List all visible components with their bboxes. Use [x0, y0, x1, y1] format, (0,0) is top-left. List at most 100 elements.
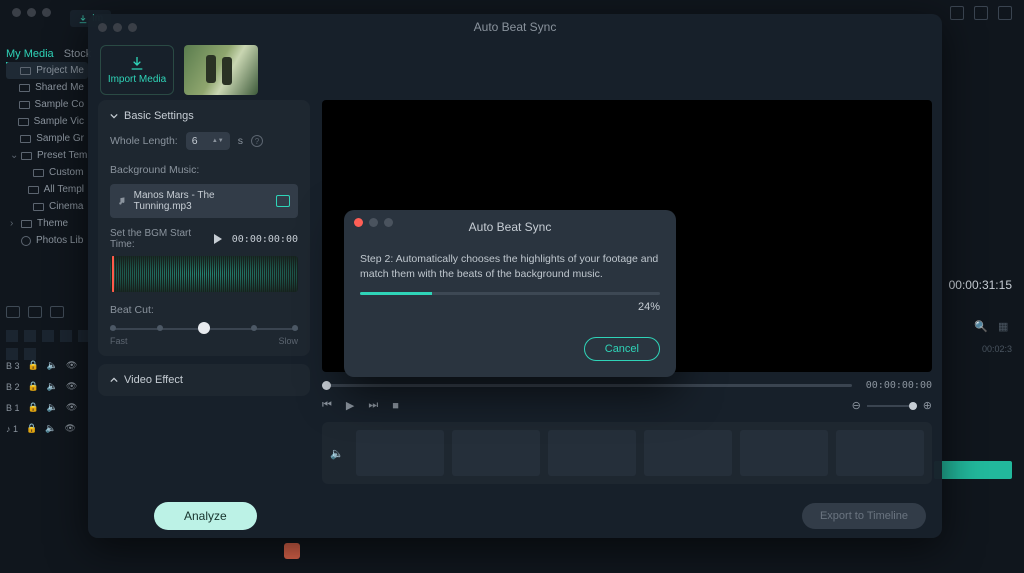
export-to-timeline-button: Export to Timeline [802, 503, 926, 529]
sidebar-item[interactable]: Custom [6, 164, 88, 181]
host-sidebar: Project MeShared MeSample CoSample VicSa… [6, 62, 88, 249]
folder-icon [21, 220, 32, 228]
slider-thumb[interactable] [198, 322, 210, 334]
zoom-out-icon[interactable]: ⊖ [852, 399, 861, 412]
slider-end-labels: Fast Slow [110, 336, 298, 346]
abs-media-strip: Import Media [88, 40, 942, 100]
abs-footer: Analyze Export to Timeline [88, 494, 942, 538]
gear-icon [21, 236, 31, 246]
whole-length-input[interactable]: 6 ▲▼ [186, 132, 230, 150]
chevron-right-icon [110, 376, 118, 384]
zoom-control[interactable]: ⊖ ⊕ [852, 399, 932, 412]
host-timeline-tools[interactable]: 🔍▦ [974, 320, 1012, 334]
folder-icon [19, 101, 30, 109]
bgm-label-row: Background Music: [110, 164, 298, 176]
sidebar-item[interactable]: Cinema [6, 198, 88, 215]
sidebar-item[interactable]: Shared Me [6, 79, 88, 96]
playhead-scissors-icon[interactable] [284, 543, 300, 559]
cancel-button[interactable]: Cancel [584, 337, 660, 361]
waveform[interactable] [110, 256, 298, 292]
sidebar-item[interactable]: Sample Co [6, 96, 88, 113]
bgm-filename: Manos Mars - The Tunning.mp3 [134, 190, 271, 212]
whole-length-row: Whole Length: 6 ▲▼ s ? [110, 132, 298, 150]
progress-bar [360, 292, 660, 295]
bgm-start-timecode: 00:00:00:00 [232, 234, 298, 245]
folder-icon [20, 135, 31, 143]
waveform-cursor[interactable] [112, 256, 114, 292]
track-header[interactable]: B 3🔒🔈👁 [6, 360, 77, 371]
stop-button[interactable]: ■ [392, 400, 399, 412]
clip-thumbnail[interactable] [184, 45, 258, 95]
clip-slot[interactable] [740, 430, 828, 476]
folder-icon [28, 186, 39, 194]
track-header[interactable]: B 1🔒🔈👁 [6, 402, 77, 413]
modal-description: Step 2: Automatically chooses the highli… [360, 252, 660, 282]
clip-slot[interactable] [452, 430, 540, 476]
play-icon[interactable] [214, 234, 222, 244]
scrub-knob[interactable] [322, 381, 331, 390]
progress-fill [360, 292, 432, 295]
track-header[interactable]: ♪ 1🔒🔈👁 [6, 423, 77, 434]
result-clip-row: 🔈 [322, 422, 932, 484]
whole-length-label: Whole Length: [110, 135, 178, 147]
sidebar-item[interactable]: Sample Vic [6, 113, 88, 130]
zoom-in-icon[interactable]: ⊕ [923, 399, 932, 412]
play-button[interactable]: ▶ [346, 399, 354, 412]
sidebar-item[interactable]: All Templ [6, 181, 88, 198]
beat-cut-slider[interactable] [110, 326, 298, 332]
host-audio-clip[interactable] [934, 461, 1012, 479]
basic-settings-header[interactable]: Basic Settings [110, 110, 298, 122]
bgm-file-box[interactable]: Manos Mars - The Tunning.mp3 [110, 184, 298, 218]
zoom-in-icon: 🔍 [974, 320, 988, 334]
abs-traffic-lights[interactable] [98, 23, 137, 32]
bgm-start-row: Set the BGM Start Time: 00:00:00:00 [110, 228, 298, 250]
abs-side-panel: Basic Settings Whole Length: 6 ▲▼ s ? Ba… [98, 100, 310, 484]
timeline-grid-icon: ▦ [998, 320, 1012, 334]
sidebar-item[interactable]: ›Theme [6, 215, 88, 232]
folder-icon [21, 152, 32, 160]
folder-icon[interactable] [276, 195, 290, 207]
video-effect-section[interactable]: Video Effect [98, 364, 310, 396]
window-traffic-lights [12, 8, 51, 17]
abs-title: Auto Beat Sync [474, 20, 557, 34]
sidebar-item[interactable]: Sample Gr [6, 130, 88, 147]
next-button[interactable]: ⏭ [368, 399, 378, 412]
basic-settings-section: Basic Settings Whole Length: 6 ▲▼ s ? Ba… [98, 100, 310, 356]
beat-cut-label: Beat Cut: [110, 304, 298, 316]
folder-icon [33, 203, 44, 211]
sidebar-item[interactable]: Project Me [6, 62, 88, 79]
scrub-row: 00:00:00:00 [322, 380, 932, 391]
video-effect-header[interactable]: Video Effect [110, 374, 298, 386]
prev-button[interactable]: ⏮ [322, 399, 332, 412]
clip-slot[interactable] [356, 430, 444, 476]
help-icon[interactable]: ? [251, 135, 263, 147]
bgm-start-label: Set the BGM Start Time: [110, 228, 204, 250]
sidebar-item[interactable]: Photos Lib [6, 232, 88, 249]
analyze-button[interactable]: Analyze [154, 502, 257, 530]
sidebar-item[interactable]: ⌄Preset Tem [6, 147, 88, 164]
clip-slot[interactable] [644, 430, 732, 476]
scrub-bar[interactable] [322, 384, 852, 387]
track-header[interactable]: B 2🔒🔈👁 [6, 381, 77, 392]
host-sidebar-bottom-icons[interactable] [6, 306, 64, 318]
unit-label: s [238, 135, 243, 147]
folder-icon [18, 118, 29, 126]
import-media-button[interactable]: Import Media [100, 45, 174, 95]
modal-title: Auto Beat Sync [360, 220, 660, 234]
progress-percent: 24% [360, 301, 660, 313]
stepper-icon[interactable]: ▲▼ [212, 139, 224, 144]
close-icon[interactable] [354, 218, 363, 227]
preview-timecode: 00:00:00:00 [866, 380, 932, 391]
import-icon [129, 55, 145, 71]
folder-icon [33, 169, 44, 177]
clip-slot[interactable] [836, 430, 924, 476]
host-timeline-ruler-time: 00:02:3 [982, 344, 1012, 354]
host-tool-rail[interactable] [6, 330, 90, 360]
modal-traffic-lights[interactable] [354, 218, 393, 227]
speaker-icon[interactable]: 🔈 [330, 447, 344, 460]
bgm-label: Background Music: [110, 164, 199, 176]
folder-icon [19, 84, 30, 92]
host-topbar-icons [950, 6, 1012, 20]
clip-slot[interactable] [548, 430, 636, 476]
host-track-headers: B 3🔒🔈👁 B 2🔒🔈👁 B 1🔒🔈👁 ♪ 1🔒🔈👁 [6, 360, 77, 434]
